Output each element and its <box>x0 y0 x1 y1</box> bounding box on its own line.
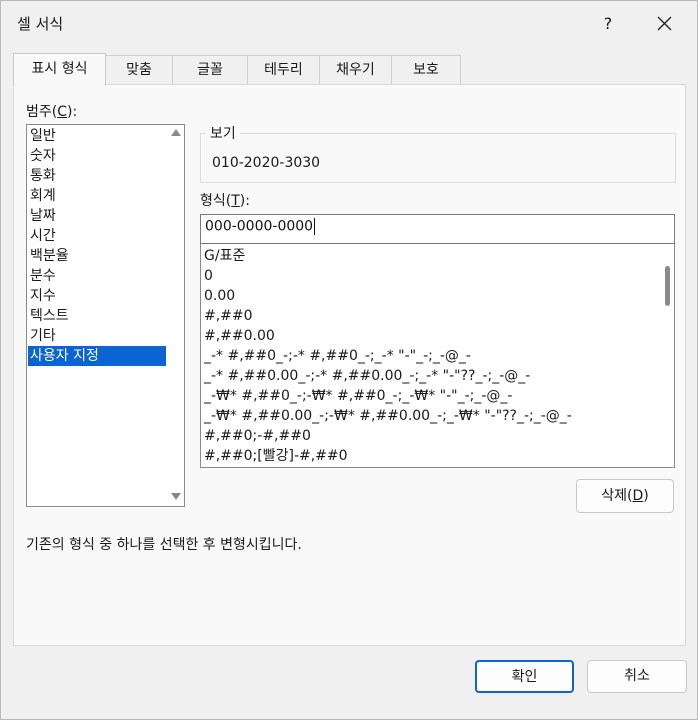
format-type-label: 형식(T): <box>200 190 250 210</box>
category-item-fraction[interactable]: 분수 <box>28 266 166 286</box>
category-item-general[interactable]: 일반 <box>28 126 166 146</box>
category-item-text[interactable]: 텍스트 <box>28 306 166 326</box>
delete-button-prefix: 삭제( <box>601 488 633 504</box>
format-type-label-suffix: ): <box>239 193 250 209</box>
format-type-label-key: T <box>231 193 240 209</box>
tab-fill[interactable]: 채우기 <box>319 55 392 84</box>
sample-legend: 보기 <box>206 123 240 143</box>
format-cells-dialog: 셀 서식 ? 표시 형식 맞춤 글꼴 테두리 채우기 보호 범주(C): 일반 … <box>0 0 698 720</box>
category-list[interactable]: 일반 숫자 통화 회계 날짜 시간 백분율 분수 지수 텍스트 기타 사용자 지… <box>26 124 185 507</box>
format-list-item[interactable]: _-₩* #,##0.00_-;-₩* #,##0.00_-;_-₩* "-"?… <box>204 406 572 426</box>
format-list-item[interactable]: 0.00 <box>204 286 235 306</box>
format-list-item[interactable]: #,##0;[빨강]-#,##0 <box>204 446 348 466</box>
scroll-up-arrow-icon[interactable] <box>171 129 181 136</box>
category-item-currency[interactable]: 통화 <box>28 166 166 186</box>
help-button[interactable]: ? <box>591 9 625 39</box>
description-text: 기존의 형식 중 하나를 선택한 후 변형시킵니다. <box>26 537 302 553</box>
text-caret <box>314 218 316 235</box>
format-list-item[interactable]: _-* #,##0.00_-;-* #,##0.00_-;_-* "-"??_-… <box>204 366 530 386</box>
format-list-item[interactable]: G/표준 <box>204 246 245 266</box>
scroll-down-arrow-icon[interactable] <box>171 493 181 500</box>
category-item-scientific[interactable]: 지수 <box>28 286 166 306</box>
format-list-item[interactable]: _-₩* #,##0_-;-₩* #,##0_-;_-₩* "-"_-;_-@_… <box>204 386 512 406</box>
format-type-label-prefix: 형식( <box>200 193 232 209</box>
delete-button-suffix: ) <box>643 488 649 504</box>
tab-border[interactable]: 테두리 <box>247 55 320 84</box>
delete-button-key: D <box>632 488 644 504</box>
format-list-item[interactable]: 0 <box>204 266 213 286</box>
category-item-custom[interactable]: 사용자 지정 <box>28 346 166 366</box>
format-list-item[interactable]: _-* #,##0_-;-* #,##0_-;_-* "-"_-;_-@_- <box>204 346 471 366</box>
category-item-special[interactable]: 기타 <box>28 326 166 346</box>
format-list-item[interactable]: #,##0 <box>204 306 253 326</box>
category-item-accounting[interactable]: 회계 <box>28 186 166 206</box>
category-item-date[interactable]: 날짜 <box>28 206 166 226</box>
tab-alignment[interactable]: 맞춤 <box>105 55 173 84</box>
category-label: 범주(C): <box>26 101 77 121</box>
format-list-scrollbar[interactable] <box>660 244 674 466</box>
category-label-prefix: 범주( <box>26 104 58 120</box>
category-item-number[interactable]: 숫자 <box>28 146 166 166</box>
format-list-item[interactable]: #,##0.00 <box>204 326 275 346</box>
ok-button[interactable]: 확인 <box>475 660 574 693</box>
category-item-percentage[interactable]: 백분율 <box>28 246 166 266</box>
title-bar: 셀 서식 ? <box>1 1 697 45</box>
dialog-title: 셀 서식 <box>17 15 64 33</box>
tab-font[interactable]: 글꼴 <box>172 55 248 84</box>
category-label-key: C <box>57 104 68 120</box>
close-button[interactable] <box>647 9 683 39</box>
category-item-time[interactable]: 시간 <box>28 226 166 246</box>
format-type-input[interactable]: 000-0000-0000 <box>200 214 675 244</box>
format-list-item[interactable]: #,##0;-#,##0 <box>204 426 311 446</box>
tab-protection[interactable]: 보호 <box>391 55 461 84</box>
category-label-suffix: ): <box>67 104 78 120</box>
format-list[interactable]: G/표준 0 0.00 #,##0 #,##0.00 _-* #,##0_-;-… <box>200 244 675 468</box>
number-tab-panel: 범주(C): 일반 숫자 통화 회계 날짜 시간 백분율 분수 지수 텍스트 기… <box>13 84 686 646</box>
cancel-button[interactable]: 취소 <box>587 660 687 693</box>
close-icon <box>657 16 672 31</box>
delete-button[interactable]: 삭제(D) <box>576 479 674 513</box>
scrollbar-thumb[interactable] <box>665 266 670 306</box>
tab-number[interactable]: 표시 형식 <box>13 53 106 86</box>
format-type-value: 000-0000-0000 <box>205 218 314 235</box>
sample-value: 010-2020-3030 <box>212 155 321 171</box>
